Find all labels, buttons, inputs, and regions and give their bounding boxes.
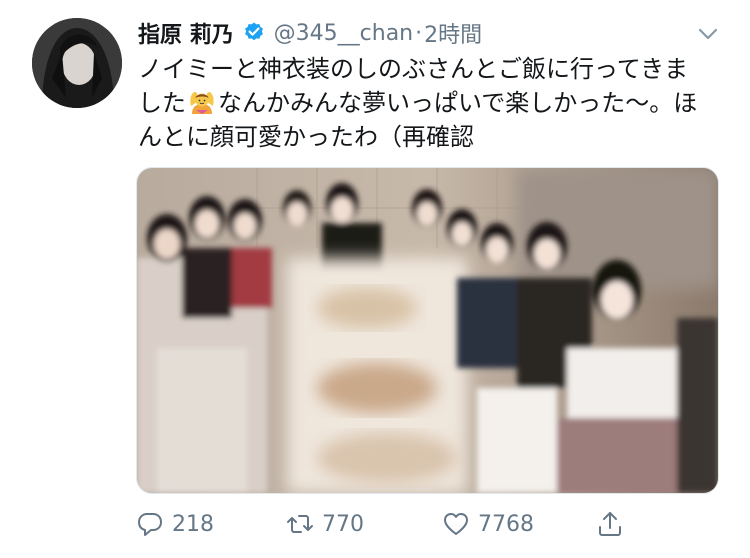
avatar[interactable] xyxy=(32,18,122,108)
handle[interactable]: @345__chan xyxy=(274,21,413,46)
retweet-count: 770 xyxy=(322,511,364,537)
tweet-text-fragment: した xyxy=(138,89,186,117)
tweet-text-line: んとに顔可愛かったわ（再確認 xyxy=(138,123,474,151)
tweet-actions: 218 770 7768 xyxy=(136,506,636,542)
tweet-text-line: ノイミーと神衣装のしのぶさんとご飯に行ってきま xyxy=(138,55,689,83)
like-heart-icon xyxy=(444,513,468,535)
separator: · xyxy=(415,20,423,46)
tweet-photo[interactable] xyxy=(136,167,719,494)
share-button[interactable] xyxy=(596,506,632,542)
tweet-text-fragment: なんかみんな夢いっぱいで楽しかった〜。ほ xyxy=(218,89,698,117)
tweet-header: 指原 莉乃 @345__chan · 2時間 xyxy=(138,16,482,50)
tweet-text-line: した なんかみんな夢いっぱいで楽しかった〜。ほ xyxy=(138,86,728,120)
verified-badge-icon xyxy=(242,21,266,45)
like-button[interactable]: 7768 xyxy=(442,506,534,542)
retweet-button[interactable]: 770 xyxy=(286,506,364,542)
person-gesturing-ok-emoji-icon xyxy=(188,88,216,116)
chevron-down-icon[interactable] xyxy=(694,20,722,48)
reply-button[interactable]: 218 xyxy=(136,506,214,542)
display-name[interactable]: 指原 莉乃 xyxy=(138,17,234,49)
reply-icon xyxy=(138,513,162,536)
timestamp[interactable]: 2時間 xyxy=(424,17,482,49)
tweet-text: ノイミーと神衣装のしのぶさんとご飯に行ってきま した なんかみんな夢いっぱいで楽し… xyxy=(138,52,728,154)
like-count: 7768 xyxy=(478,511,534,537)
retweet-icon xyxy=(287,515,313,533)
share-icon xyxy=(599,512,621,536)
reply-count: 218 xyxy=(172,511,214,537)
